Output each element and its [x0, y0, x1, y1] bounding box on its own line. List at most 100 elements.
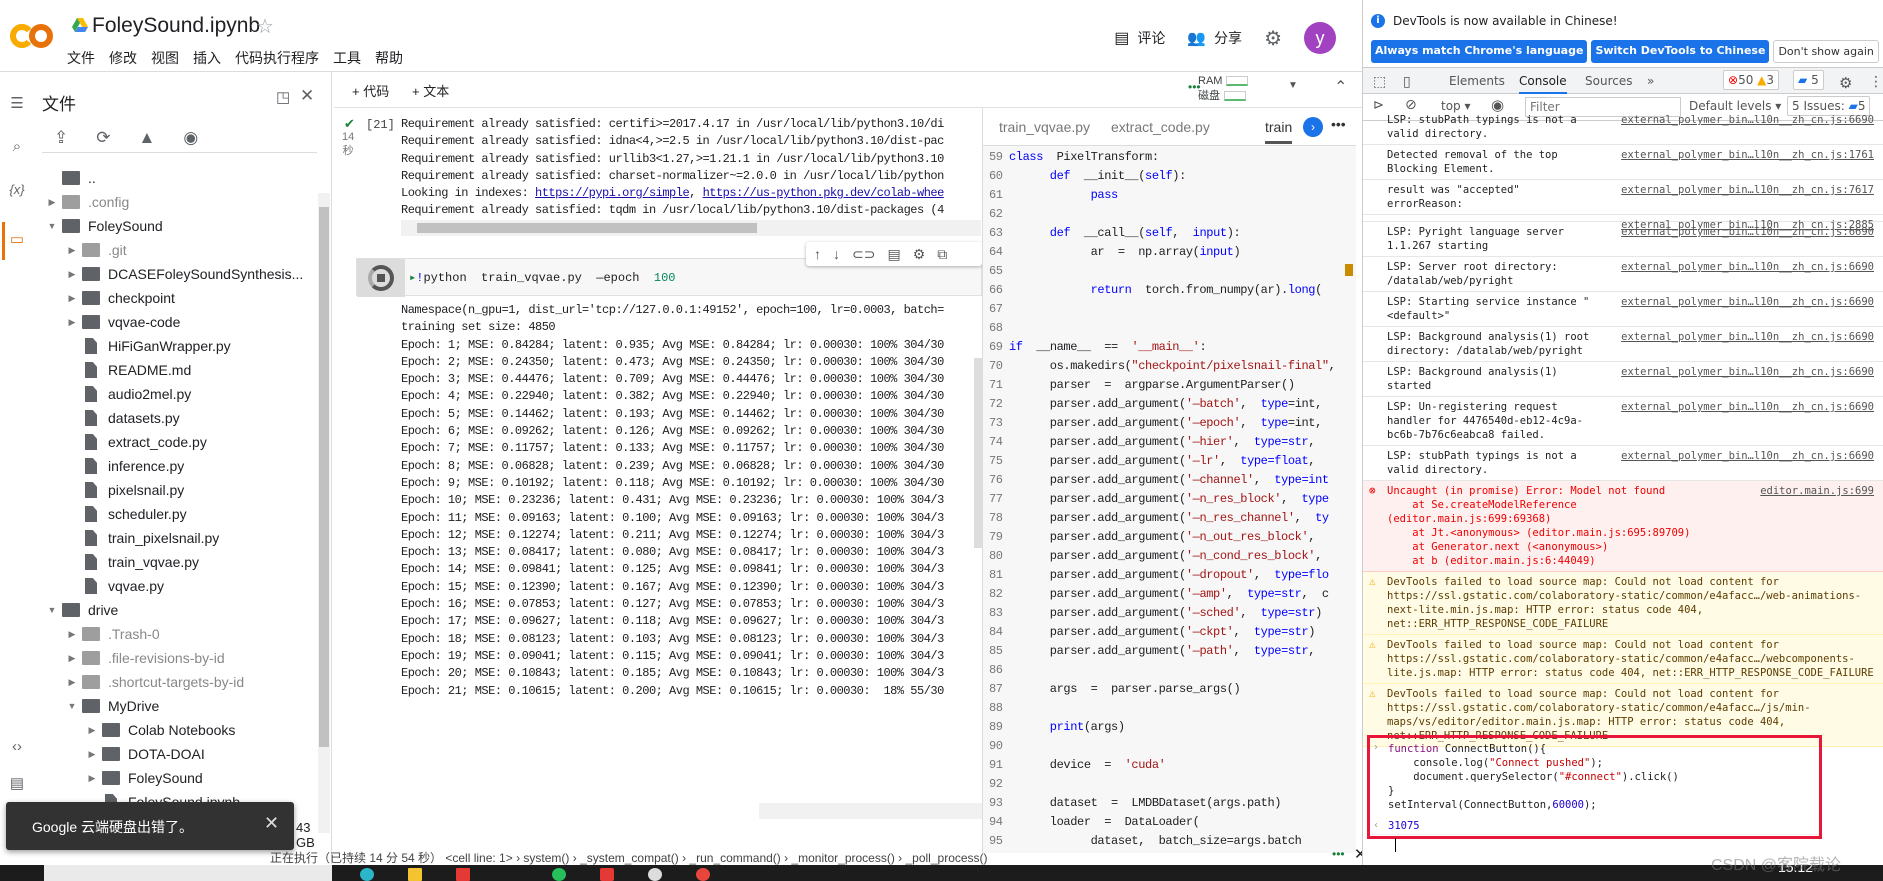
- message-source-link[interactable]: external_polymer_bin…l10n__zh_cn.js:7617: [1621, 183, 1874, 197]
- search-icon[interactable]: ⌕: [6, 138, 28, 155]
- code-line[interactable]: 83 parser.add_argument('—sched', type=st…: [983, 604, 1322, 623]
- code-line[interactable]: 91 device = 'cuda': [983, 756, 1166, 775]
- pypi-link[interactable]: https://pypi.org/simple: [535, 186, 690, 200]
- refresh-folder-icon[interactable]: ⟳: [96, 128, 110, 148]
- taskbar-search-box[interactable]: [44, 865, 332, 881]
- share-button[interactable]: 👥 分享: [1187, 28, 1242, 48]
- switch-to-chinese-button[interactable]: Switch DevTools to Chinese: [1591, 40, 1770, 63]
- code-snippets-icon[interactable]: ‹›: [6, 738, 28, 755]
- code-line[interactable]: 86: [983, 661, 1009, 680]
- star-icon[interactable]: ☆: [256, 14, 274, 39]
- caret-right-icon[interactable]: ▶: [62, 293, 82, 304]
- mirror-cell-icon[interactable]: ⧉: [937, 246, 947, 263]
- device-toolbar-icon[interactable]: ▯: [1403, 74, 1411, 90]
- next-tab-chevron-icon[interactable]: ›: [1303, 117, 1323, 137]
- message-source-link[interactable]: external_polymer_bin…l10n__zh_cn.js:6690: [1621, 400, 1874, 414]
- output-horizontal-scrollbar[interactable]: [401, 220, 981, 236]
- file-tree-item[interactable]: extract_code.py: [62, 430, 207, 454]
- app-icon[interactable]: [456, 868, 470, 881]
- file-tree-item[interactable]: pixelsnail.py: [62, 478, 184, 502]
- code-line[interactable]: 88: [983, 699, 1009, 718]
- file-tree-item[interactable]: inference.py: [62, 454, 184, 478]
- more-tabs-icon[interactable]: »: [1647, 74, 1654, 88]
- variables-icon[interactable]: {x}: [6, 182, 28, 197]
- code-line[interactable]: 69 if __name__ == '__main__':: [983, 338, 1207, 357]
- table-of-contents-icon[interactable]: ☰: [6, 94, 28, 112]
- file-tree-item[interactable]: HiFiGanWrapper.py: [62, 334, 231, 358]
- code-line[interactable]: 72 parser.add_argument('—batch', type=in…: [983, 395, 1322, 414]
- file-tree-item[interactable]: ▶ Colab Notebooks: [82, 718, 236, 742]
- file-tree-item[interactable]: vqvae.py: [62, 574, 164, 598]
- code-line[interactable]: 79 parser.add_argument('—n_out_res_block…: [983, 528, 1315, 547]
- open-in-tab-icon[interactable]: ◳: [276, 88, 290, 106]
- file-tree-item[interactable]: ▶ DOTA-DOAI: [82, 742, 205, 766]
- caret-right-icon[interactable]: ▶: [62, 245, 82, 256]
- code-line[interactable]: 66 return torch.from_numpy(ar).long(: [983, 281, 1322, 300]
- tab-train-vqvae[interactable]: train_vqvae.py: [999, 119, 1090, 135]
- code-line[interactable]: 76 parser.add_argument('—channel', type=…: [983, 471, 1329, 490]
- status-more-icon[interactable]: •••: [1332, 847, 1345, 861]
- link-icon[interactable]: ⊂⊃: [852, 246, 875, 263]
- menu-view[interactable]: 视图: [151, 48, 179, 68]
- notebook-scrollbar[interactable]: [974, 358, 982, 548]
- menu-edit[interactable]: 修改: [109, 48, 137, 68]
- code-line[interactable]: 92: [983, 775, 1009, 794]
- messages-counter[interactable]: ▰ 5: [1793, 70, 1824, 90]
- code-line[interactable]: 81 parser.add_argument('—dropout', type=…: [983, 566, 1329, 585]
- menu-help[interactable]: 帮助: [375, 48, 403, 68]
- move-up-icon[interactable]: ↑: [814, 246, 821, 262]
- caret-down-icon[interactable]: ▼: [42, 605, 62, 615]
- code-line[interactable]: 60 def __init__(self):: [983, 167, 1186, 186]
- code-line[interactable]: 68: [983, 319, 1009, 338]
- toast-close-icon[interactable]: ✕: [264, 813, 279, 834]
- menu-tools[interactable]: 工具: [333, 48, 361, 68]
- mount-drive-icon[interactable]: ▲: [139, 128, 156, 148]
- file-tree-item[interactable]: ▼ drive: [42, 598, 119, 622]
- file-tree-item[interactable]: train_vqvae.py: [62, 550, 199, 574]
- resource-meter[interactable]: RAM 磁盘: [1198, 74, 1249, 104]
- caret-right-icon[interactable]: ▶: [62, 269, 82, 280]
- scrollbar-thumb[interactable]: [319, 207, 329, 747]
- cell-settings-gear-icon[interactable]: ⚙: [913, 246, 926, 263]
- code-line[interactable]: 77 parser.add_argument('—n_res_block', t…: [983, 490, 1329, 509]
- file-tree-item[interactable]: ▶ FoleySound: [82, 766, 203, 790]
- app-icon[interactable]: [600, 868, 614, 881]
- wechat-icon[interactable]: [552, 868, 566, 881]
- show-hidden-eye-icon[interactable]: ◉: [183, 128, 198, 148]
- app-icon[interactable]: [648, 868, 662, 881]
- devtools-settings-gear-icon[interactable]: ⚙: [1839, 74, 1852, 92]
- menu-insert[interactable]: 插入: [193, 48, 221, 68]
- edge-icon[interactable]: [360, 868, 374, 881]
- devtools-menu-icon[interactable]: ⋮: [1869, 74, 1883, 90]
- caret-down-icon[interactable]: ▼: [62, 701, 82, 711]
- code-line[interactable]: 95 dataset, batch_size=args.batch: [983, 832, 1302, 851]
- caret-right-icon[interactable]: ▶: [62, 629, 82, 640]
- menu-file[interactable]: 文件: [67, 48, 95, 68]
- add-text-button[interactable]: + 文本: [412, 81, 449, 100]
- collapse-chevron-up-icon[interactable]: ⌃: [1334, 77, 1347, 97]
- tab-train-active[interactable]: train: [1265, 119, 1293, 144]
- scrollbar-thumb[interactable]: [417, 223, 757, 233]
- caret-down-icon[interactable]: ▼: [42, 221, 62, 231]
- move-down-icon[interactable]: ↓: [833, 246, 840, 262]
- file-tree-item[interactable]: ▶ .Trash-0: [62, 622, 160, 646]
- tab-extract-code[interactable]: extract_code.py: [1111, 119, 1210, 135]
- file-tree-item[interactable]: ▶ .config: [42, 190, 130, 214]
- message-source-link[interactable]: external_polymer_bin…l10n__zh_cn.js:6690: [1621, 295, 1874, 309]
- file-tree-item[interactable]: audio2mel.py: [62, 382, 191, 406]
- code-line[interactable]: 87 args = parser.parse_args(): [983, 680, 1241, 699]
- upload-file-icon[interactable]: ⇪: [54, 128, 68, 148]
- code-line[interactable]: 74 parser.add_argument('—hier', type=str…: [983, 433, 1315, 452]
- caret-right-icon[interactable]: ▶: [82, 749, 102, 760]
- console-command[interactable]: function ConnectButton(){ console.log("C…: [1388, 742, 1679, 812]
- file-tree-item[interactable]: ▶ .file-revisions-by-id: [62, 646, 225, 670]
- code-line[interactable]: 64 ar = np.array(input): [983, 243, 1241, 262]
- code-line[interactable]: 85 parser.add_argument('—path', type=str…: [983, 642, 1315, 661]
- caret-right-icon[interactable]: ▶: [82, 773, 102, 784]
- code-line[interactable]: 78 parser.add_argument('—n_res_channel',…: [983, 509, 1329, 528]
- file-tree-item[interactable]: ▶ checkpoint: [62, 286, 175, 310]
- code-line[interactable]: 84 parser.add_argument('—ckpt', type=str…: [983, 623, 1315, 642]
- runtime-dropdown-icon[interactable]: ▼: [1288, 80, 1298, 91]
- message-source-link[interactable]: external_polymer_bin…l10n__zh_cn.js:6690: [1621, 449, 1874, 463]
- code-line[interactable]: 61 pass: [983, 186, 1118, 205]
